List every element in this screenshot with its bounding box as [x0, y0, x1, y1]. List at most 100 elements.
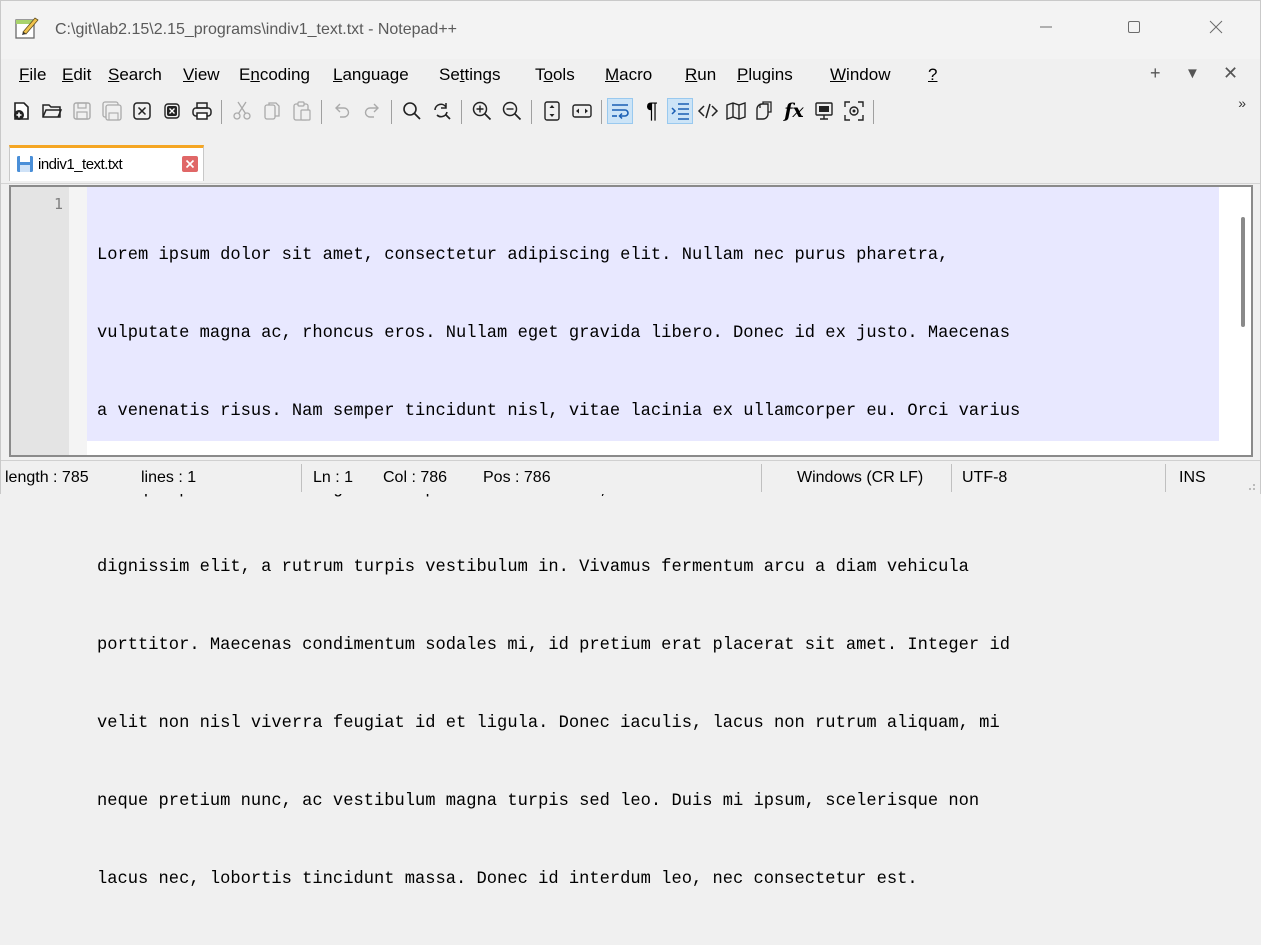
save-button[interactable] — [69, 98, 95, 124]
menu-help[interactable]: ? — [928, 65, 937, 85]
menu-settings[interactable]: Settings — [439, 65, 500, 85]
function-list-button[interactable]: fx — [781, 98, 807, 124]
status-line: Ln : 1 — [313, 469, 354, 486]
status-separator — [301, 464, 302, 492]
menu-view[interactable]: View — [183, 65, 220, 85]
menu-search[interactable]: Search — [108, 65, 162, 85]
title-bar: C:\git\lab2.15\2.15_programs\indiv1_text… — [1, 1, 1260, 59]
status-encoding[interactable]: UTF-8 — [962, 469, 1007, 487]
status-length: length : 785 — [5, 469, 89, 486]
close-file-icon — [133, 102, 151, 120]
replace-button[interactable] — [429, 98, 455, 124]
menu-macro[interactable]: Macro — [605, 65, 652, 85]
line-number: 1 — [53, 195, 63, 213]
toolbar-overflow-chevron[interactable]: » — [1238, 95, 1246, 111]
maximize-icon — [1128, 21, 1140, 33]
minimize-button[interactable] — [1023, 9, 1069, 45]
toolbar-separator — [873, 100, 874, 124]
undo-button[interactable] — [329, 98, 355, 124]
menu-encoding[interactable]: Encoding — [239, 65, 310, 85]
sync-vertical-icon — [544, 101, 560, 121]
tab-close-button[interactable] — [182, 156, 198, 172]
document-list-button[interactable] — [751, 98, 777, 124]
sync-horizontal-icon — [572, 104, 592, 118]
print-icon — [192, 102, 212, 120]
menu-tools[interactable]: Tools — [535, 65, 575, 85]
find-icon — [403, 102, 421, 120]
word-wrap-icon — [612, 104, 629, 120]
function-list-icon: fx — [784, 100, 804, 122]
redo-icon — [364, 103, 379, 118]
text-line: dignissim elit, a rutrum turpis vestibul… — [97, 558, 969, 577]
new-tab-plus-button[interactable]: + — [1150, 63, 1161, 84]
show-all-chars-button[interactable]: ¶ — [639, 98, 665, 124]
menu-window[interactable]: Window — [830, 65, 890, 85]
text-line: neque pretium nunc, ac vestibulum magna … — [97, 792, 980, 811]
close-window-button[interactable] — [1193, 9, 1239, 45]
notepadpp-window: C:\git\lab2.15\2.15_programs\indiv1_text… — [0, 0, 1261, 889]
menu-edit[interactable]: Edit — [62, 65, 91, 85]
resize-grip-icon[interactable] — [1244, 479, 1256, 491]
tab-indiv1-text[interactable]: indiv1_text.txt — [9, 145, 204, 181]
indent-guide-button[interactable] — [667, 98, 693, 124]
sync-vertical-button[interactable] — [539, 98, 565, 124]
status-insert-mode[interactable]: INS — [1179, 469, 1206, 487]
close-icon — [185, 159, 195, 169]
indent-guide-icon — [671, 103, 689, 120]
copy-icon — [264, 102, 280, 120]
folder-as-workspace-button[interactable] — [811, 98, 837, 124]
find-button[interactable] — [399, 98, 425, 124]
close-document-button[interactable]: ✕ — [1223, 63, 1238, 84]
redo-button[interactable] — [359, 98, 385, 124]
document-map-icon — [726, 102, 746, 120]
text-line: vulputate magna ac, rhoncus eros. Nullam… — [97, 324, 1010, 343]
sync-horizontal-button[interactable] — [569, 98, 595, 124]
zoom-out-icon — [502, 101, 522, 121]
menu-file[interactable]: File — [19, 65, 46, 85]
cut-icon — [233, 101, 251, 120]
toolbar: ¶ fx » — [1, 91, 1260, 131]
window-title: C:\git\lab2.15\2.15_programs\indiv1_text… — [55, 21, 458, 38]
new-file-button[interactable] — [9, 98, 35, 124]
cut-button[interactable] — [229, 98, 255, 124]
menu-run[interactable]: Run — [685, 65, 716, 85]
print-button[interactable] — [189, 98, 215, 124]
status-lines: lines : 1 — [141, 469, 197, 486]
toolbar-separator — [601, 100, 602, 124]
status-separator — [761, 464, 762, 492]
status-position: Pos : 786 — [483, 469, 551, 486]
notepadpp-app-icon — [15, 17, 39, 39]
menu-language[interactable]: Language — [333, 65, 409, 85]
text-line: a venenatis risus. Nam semper tincidunt … — [97, 402, 1021, 421]
text-line: porttitor. Maecenas condimentum sodales … — [97, 636, 1010, 655]
monitoring-icon — [844, 101, 864, 121]
status-eol-format[interactable]: Windows (CR LF) — [797, 469, 923, 487]
monitoring-button[interactable] — [841, 98, 867, 124]
copy-button[interactable] — [259, 98, 285, 124]
zoom-in-button[interactable] — [469, 98, 495, 124]
document-map-button[interactable] — [723, 98, 749, 124]
word-wrap-button[interactable] — [607, 98, 633, 124]
maximize-button[interactable] — [1111, 9, 1157, 45]
replace-icon — [434, 103, 451, 120]
minimize-icon — [1040, 26, 1052, 28]
editor-text[interactable]: Lorem ipsum dolor sit amet, consectetur … — [97, 191, 1020, 945]
xml-tag-button[interactable] — [695, 98, 721, 124]
close-all-button[interactable] — [159, 98, 185, 124]
status-separator — [951, 464, 952, 492]
open-file-button[interactable] — [39, 98, 65, 124]
paste-button[interactable] — [289, 98, 315, 124]
close-file-button[interactable] — [129, 98, 155, 124]
tab-list-dropdown[interactable]: ▼ — [1185, 65, 1200, 82]
text-editor[interactable]: 1 Lorem ipsum dolor sit amet, consectetu… — [9, 185, 1253, 889]
vertical-scrollbar[interactable] — [1241, 217, 1245, 327]
open-file-icon — [42, 104, 63, 118]
undo-icon — [335, 103, 350, 118]
zoom-out-button[interactable] — [499, 98, 525, 124]
save-all-button[interactable] — [99, 98, 125, 124]
status-separator — [1165, 464, 1166, 492]
selected-text-region[interactable]: Lorem ipsum dolor sit amet, consectetur … — [87, 187, 1219, 889]
menu-bar: File Edit Search View Encoding Language … — [1, 59, 1260, 91]
tab-label: indiv1_text.txt — [38, 156, 123, 173]
menu-plugins[interactable]: Plugins — [737, 65, 793, 85]
